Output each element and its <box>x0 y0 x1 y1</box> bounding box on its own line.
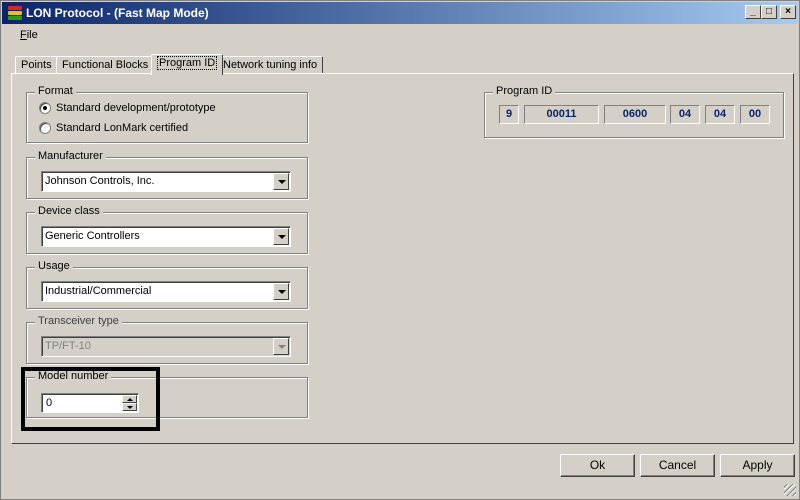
usage-group: Usage Industrial/Commercial <box>26 260 308 309</box>
device-class-group: Device class Generic Controllers <box>26 205 308 254</box>
highlight-box <box>21 367 160 431</box>
menu-file[interactable]: File <box>20 29 38 41</box>
tab-points-label: Points <box>21 59 52 71</box>
transceiver-value: TP/FT-10 <box>45 340 91 352</box>
chevron-down-icon[interactable] <box>273 173 289 190</box>
device-class-select[interactable]: Generic Controllers <box>41 226 291 247</box>
menu-file-rest: ile <box>26 29 38 41</box>
tab-program-id[interactable]: Program ID <box>151 54 224 75</box>
program-id-cell: 9 <box>499 105 519 124</box>
format-group: Format Standard development/prototype St… <box>26 85 308 143</box>
program-id-cell: 00011 <box>524 105 599 124</box>
program-id-cell: 04 <box>705 105 735 124</box>
transceiver-label: Transceiver type <box>35 315 122 327</box>
chevron-down-icon[interactable] <box>273 228 289 245</box>
radio-row-lonmark[interactable]: Standard LonMark certified <box>39 122 188 134</box>
transceiver-select: TP/FT-10 <box>41 336 291 357</box>
title-bar[interactable]: LON Protocol - (Fast Map Mode) _ □ × <box>2 2 798 24</box>
radio-lonmark-label: Standard LonMark certified <box>56 122 189 134</box>
format-group-label: Format <box>35 85 76 97</box>
tab-network-tuning-info[interactable]: Network tuning info <box>217 56 324 74</box>
close-icon[interactable]: × <box>780 5 796 19</box>
radio-standard-dev[interactable] <box>39 102 51 114</box>
device-class-value: Generic Controllers <box>45 230 140 242</box>
device-class-label: Device class <box>35 205 103 217</box>
manufacturer-label: Manufacturer <box>35 150 106 162</box>
manufacturer-value: Johnson Controls, Inc. <box>45 175 155 187</box>
tab-functional-blocks-label: Functional Blocks <box>62 59 149 71</box>
maximize-icon[interactable]: □ <box>761 5 777 19</box>
cancel-button[interactable]: Cancel <box>640 454 715 477</box>
program-id-cell: 0600 <box>604 105 666 124</box>
radio-row-standard-dev[interactable]: Standard development/prototype <box>39 102 216 114</box>
window-title: LON Protocol - (Fast Map Mode) <box>26 6 209 20</box>
program-id-label: Program ID <box>493 85 556 97</box>
apply-button[interactable]: Apply <box>720 454 795 477</box>
menu-file-mnemonic: F <box>20 29 27 41</box>
chevron-down-icon <box>273 338 289 355</box>
program-id-cell: 04 <box>670 105 700 124</box>
tab-network-tuning-label: Network tuning info <box>223 59 318 71</box>
usage-value: Industrial/Commercial <box>45 285 152 297</box>
radio-standard-dev-label: Standard development/prototype <box>56 102 216 114</box>
menu-bar: File <box>2 24 798 46</box>
resize-grip-icon[interactable] <box>784 484 796 496</box>
tab-program-id-label: Program ID <box>157 56 218 70</box>
program-id-cell: 00 <box>740 105 770 124</box>
manufacturer-group: Manufacturer Johnson Controls, Inc. <box>26 150 308 199</box>
transceiver-group: Transceiver type TP/FT-10 <box>26 315 308 364</box>
minimize-icon[interactable]: _ <box>745 5 761 19</box>
app-icon <box>8 6 22 20</box>
main-window: LON Protocol - (Fast Map Mode) _ □ × Fil… <box>0 0 800 500</box>
manufacturer-select[interactable]: Johnson Controls, Inc. <box>41 171 291 192</box>
usage-label: Usage <box>35 260 73 272</box>
ok-button[interactable]: Ok <box>560 454 635 477</box>
tab-points[interactable]: Points <box>15 56 58 74</box>
radio-lonmark[interactable] <box>39 122 51 134</box>
chevron-down-icon[interactable] <box>273 283 289 300</box>
tab-functional-blocks[interactable]: Functional Blocks <box>56 56 155 74</box>
usage-select[interactable]: Industrial/Commercial <box>41 281 291 302</box>
